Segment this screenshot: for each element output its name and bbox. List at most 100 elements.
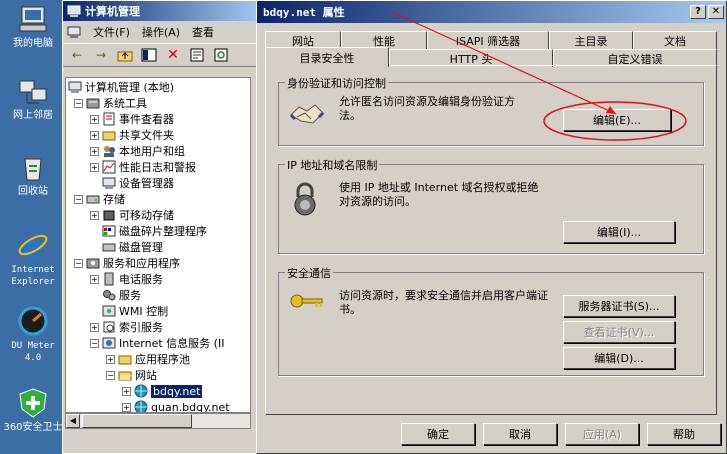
secure-edit-button[interactable]: 编辑(D)... [563, 347, 675, 369]
tree-node-defrag[interactable]: 磁盘碎片整理程序 [102, 223, 207, 239]
tab-label: 文档 [664, 34, 686, 48]
desktop-icon-360[interactable]: 360安全卫士 [2, 386, 64, 434]
scroll-left-icon[interactable]: ◀ [66, 414, 80, 428]
removable-storage-icon [102, 208, 116, 222]
tree-node-indexing[interactable]: + 索引服务 [90, 319, 163, 335]
expand-icon[interactable]: + [90, 146, 99, 156]
collapse-icon[interactable]: − [106, 370, 115, 380]
ok-button[interactable]: 确定 [401, 423, 475, 445]
desktop-icon-recycle-bin[interactable]: 回收站 [2, 150, 64, 198]
forward-arrow-icon[interactable]: → [91, 46, 111, 64]
tree-node-websites[interactable]: − 网站 [106, 367, 157, 383]
tree-node-wmi[interactable]: WMI 控制 [102, 303, 168, 319]
up-folder-icon[interactable] [115, 46, 135, 64]
tree-node-quan-bdqy-net[interactable]: + quan.bdqy.net [122, 399, 230, 413]
tree-node-local-users[interactable]: + 本地用户和组 [90, 143, 185, 159]
ip-edit-button[interactable]: 编辑(I)... [563, 221, 675, 243]
scroll-thumb[interactable] [82, 414, 192, 428]
tree-node-services[interactable]: 服务 [102, 287, 141, 303]
collapse-icon[interactable]: − [90, 338, 99, 348]
tree-node-label: 索引服务 [119, 321, 163, 334]
tree-node-device-manager[interactable]: 设备管理器 [102, 175, 174, 191]
properties-dialog[interactable]: bdqy.net 属性 ? ✕ 网站 性能 ISAPI 筛选器 主目录 文档 目… [256, 0, 727, 454]
expand-icon[interactable]: + [90, 162, 99, 172]
properties-icon[interactable] [187, 46, 207, 64]
shield-icon [16, 386, 50, 420]
help-button[interactable]: 帮助 [647, 423, 721, 445]
mmc-menu-bar: 文件(F) 操作(A) 查看 [63, 21, 261, 43]
desktop-icon-internet-explorer[interactable]: e Internet Explorer [2, 228, 64, 288]
tools-icon [86, 96, 100, 110]
tree-node-label: 可移动存储 [119, 209, 174, 222]
tree-node-root[interactable]: 计算机管理 (本地) [68, 79, 174, 95]
menu-view[interactable]: 查看 [192, 24, 214, 40]
mmc-system-menu-icon[interactable] [67, 26, 81, 38]
button-label: 帮助 [673, 428, 695, 441]
tree-node-services-apps[interactable]: − 服务和应用程序 [74, 255, 180, 271]
tree-node-perf-logs[interactable]: + 性能日志和警报 [90, 159, 196, 175]
auth-edit-button[interactable]: 编辑(E)... [563, 109, 671, 131]
indexing-icon [102, 320, 116, 334]
recycle-bin-icon [16, 150, 50, 184]
expand-icon[interactable]: + [122, 386, 131, 396]
close-icon[interactable]: ✕ [708, 5, 724, 19]
tree-node-storage[interactable]: − 存储 [74, 191, 125, 207]
expand-icon[interactable]: + [90, 114, 99, 124]
tree-node-telephony[interactable]: + 电话服务 [90, 271, 163, 287]
expand-icon[interactable]: + [90, 130, 99, 140]
tab-label: 主目录 [574, 34, 608, 48]
tree-node-shared-folders[interactable]: + 共享文件夹 [90, 127, 174, 143]
tree-node-iis[interactable]: − Internet 信息服务 (II [90, 335, 224, 351]
storage-icon [86, 192, 100, 206]
group-description: 使用 IP 地址或 Internet 域名授权或拒绝对资源的访问。 [339, 181, 539, 208]
help-title-button[interactable]: ? [690, 5, 706, 19]
dialog-title-bar[interactable]: bdqy.net 属性 [257, 1, 726, 23]
tree-node-event-viewer[interactable]: + 事件查看器 [90, 111, 174, 127]
collapse-icon[interactable]: − [74, 258, 83, 268]
tree-node-label: quan.bdqy.net [151, 400, 230, 413]
tree-node-app-pools[interactable]: + 应用程序池 [106, 351, 190, 367]
tab-isapi-filters[interactable]: ISAPI 筛选器 [427, 31, 549, 49]
mmc-title-bar[interactable]: 计算机管理 [63, 1, 261, 21]
expand-icon[interactable]: + [122, 402, 131, 412]
menu-file[interactable]: 文件(F) [93, 24, 130, 40]
tree-node-bdqy-net[interactable]: + bdqy.net [122, 383, 203, 399]
cancel-button[interactable]: 取消 [483, 423, 557, 445]
tree-node-label: 计算机管理 (本地) [85, 81, 175, 94]
services-apps-icon [86, 256, 100, 270]
tree-node-label: 电话服务 [119, 273, 163, 286]
menu-action[interactable]: 操作(A) [142, 24, 180, 40]
expand-icon[interactable]: + [90, 322, 99, 332]
tree-node-label: 存储 [103, 193, 125, 206]
show-tree-icon[interactable] [139, 46, 159, 64]
back-arrow-icon[interactable]: ← [67, 46, 87, 64]
group-authentication: 身份验证和访问控制 允许匿名访问资源及编辑身份验证方法。 编辑(E)... [278, 75, 704, 146]
tree-node-system-tools[interactable]: − 系统工具 [74, 95, 147, 111]
server-certificate-button[interactable]: 服务器证书(S)... [563, 295, 675, 317]
expand-icon[interactable]: + [106, 354, 115, 364]
console-tree[interactable]: 计算机管理 (本地) − 系统工具 + 事件查看器 + 共享文件夹 + 本地用户… [65, 77, 251, 413]
disk-icon [102, 240, 116, 254]
desktop-icon-my-computer[interactable]: 我的电脑 [2, 2, 64, 50]
computer-management-window[interactable]: 计算机管理 文件(F) 操作(A) 查看 ← → ✕ 计算机管理 (本地) − … [62, 0, 262, 454]
lock-icon [289, 181, 325, 217]
tab-documents[interactable]: 文档 [633, 31, 717, 49]
button-label: 确定 [427, 428, 449, 441]
tree-horizontal-scrollbar[interactable]: ◀ [65, 413, 251, 429]
tree-node-label: WMI 控制 [119, 305, 169, 318]
tree-node-removable-storage[interactable]: + 可移动存储 [90, 207, 174, 223]
collapse-icon[interactable]: − [74, 98, 83, 108]
collapse-icon[interactable]: − [74, 194, 83, 204]
dialog-title: bdqy.net 属性 [263, 6, 345, 19]
desktop-icon-du-meter[interactable]: DU Meter 4.0 [2, 304, 64, 364]
refresh-icon[interactable] [211, 46, 231, 64]
desktop-icon-network[interactable]: 网上邻居 [2, 74, 64, 122]
tab-directory-security[interactable]: 目录安全性 [265, 47, 389, 67]
expand-icon[interactable]: + [90, 274, 99, 284]
expand-icon[interactable]: + [90, 210, 99, 220]
delete-icon[interactable]: ✕ [163, 46, 183, 64]
group-title: 身份验证和访问控制 [285, 75, 388, 91]
tree-node-label: 网站 [135, 369, 157, 382]
tree-node-disk-management[interactable]: 磁盘管理 [102, 239, 163, 255]
tab-home-directory[interactable]: 主目录 [549, 31, 633, 49]
